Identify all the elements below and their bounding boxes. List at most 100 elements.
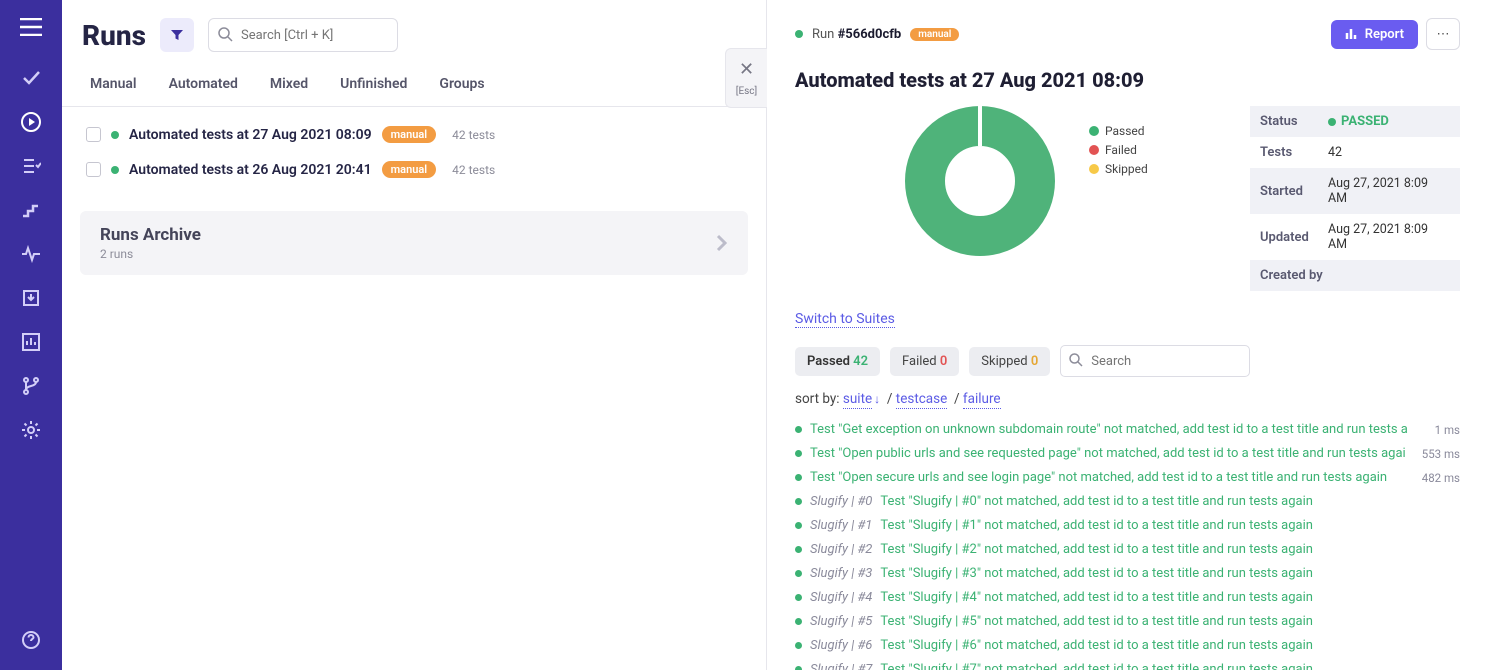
test-row[interactable]: Slugify | #7 Test "Slugify | #7" not matc… [795, 659, 1460, 670]
help-icon[interactable] [11, 620, 51, 660]
activity-icon[interactable] [11, 234, 51, 274]
test-name[interactable]: Test "Slugify | #5" not matched, add tes… [880, 614, 1460, 629]
test-name[interactable]: Test "Slugify | #4" not matched, add tes… [880, 590, 1460, 605]
test-row[interactable]: Slugify | #3Test "Slugify | #3" not matc… [795, 563, 1460, 584]
arrow-down-icon: ↓ [874, 392, 880, 406]
steps-icon[interactable] [11, 190, 51, 230]
status-dot [795, 570, 802, 577]
menu-icon[interactable] [20, 8, 42, 54]
test-row[interactable]: Slugify | #6Test "Slugify | #6" not matc… [795, 635, 1460, 656]
tab-automated[interactable]: Automated [169, 64, 238, 106]
runs-tabs: Manual Automated Mixed Unfinished Groups [62, 64, 766, 107]
test-row[interactable]: Slugify | #4 Test "Slugify | #4" not matc… [795, 587, 1460, 608]
donut-chart: 100.0% [905, 106, 1055, 256]
suite-prefix: Slugify | #1 [810, 518, 872, 533]
tab-groups[interactable]: Groups [439, 64, 484, 106]
bar-chart-icon[interactable] [11, 322, 51, 362]
play-icon[interactable] [11, 102, 51, 142]
test-name[interactable]: Test "Open public urls and see requested… [810, 446, 1414, 461]
archive-button[interactable]: Runs Archive 2 runs [80, 211, 748, 275]
run-item[interactable]: Automated tests at 27 Aug 2021 08:09 man… [80, 117, 748, 152]
sort-testcase[interactable]: testcase [896, 391, 948, 409]
legend-dot-failed [1089, 145, 1099, 155]
close-panel-button[interactable]: ✕ [Esc] [725, 48, 767, 108]
status-dot [795, 642, 802, 649]
runs-pane: Runs Manual Automated Mixed Unfinished G… [62, 0, 767, 670]
chip-failed[interactable]: Failed 0 [890, 347, 959, 376]
run-checkbox[interactable] [86, 127, 101, 142]
tests-label: Tests [1260, 145, 1328, 160]
test-row[interactable]: Slugify | #5 Test "Slugify | #5" not matc… [795, 611, 1460, 632]
status-value: PASSED [1328, 114, 1389, 129]
status-dot [795, 594, 802, 601]
test-row[interactable]: Test "Open secure urls and see login pag… [795, 467, 1460, 488]
status-dot [111, 166, 119, 174]
run-item[interactable]: Automated tests at 26 Aug 2021 20:41 man… [80, 152, 748, 187]
import-icon[interactable] [11, 278, 51, 318]
suite-prefix: Slugify | #7 [810, 662, 872, 670]
test-name[interactable]: Test "Slugify | #3" not matched, add tes… [880, 566, 1460, 581]
status-dot [795, 498, 802, 505]
archive-subtitle: 2 runs [100, 247, 201, 261]
report-button[interactable]: Report [1331, 20, 1418, 49]
run-id: Run #566d0cfb [812, 27, 901, 42]
run-count: 42 tests [452, 128, 495, 142]
list-check-icon[interactable] [11, 146, 51, 186]
test-name[interactable]: Test "Slugify | #7" not matched, add tes… [880, 662, 1460, 670]
branch-icon[interactable] [11, 366, 51, 406]
status-dot [795, 426, 802, 433]
test-row[interactable]: Slugify | #1 Test "Slugify | #1" not matc… [795, 515, 1460, 536]
chip-skipped[interactable]: Skipped 0 [969, 347, 1050, 376]
test-name[interactable]: Test "Open secure urls and see login pag… [810, 470, 1414, 485]
check-icon[interactable] [11, 58, 51, 98]
test-name[interactable]: Test "Slugify | #0" not matched, add tes… [880, 494, 1460, 509]
more-button[interactable]: ⋯ [1426, 18, 1460, 50]
switch-suites-link[interactable]: Switch to Suites [795, 311, 895, 328]
search-input[interactable] [208, 18, 398, 52]
test-search-input[interactable] [1060, 345, 1250, 377]
duration: 482 ms [1422, 471, 1460, 485]
chart-legend: Passed Failed Skipped [1089, 124, 1148, 181]
test-name[interactable]: Test "Slugify | #6" not matched, add tes… [880, 638, 1460, 653]
chip-passed[interactable]: Passed 42 [795, 347, 880, 376]
status-dot [795, 474, 802, 481]
gear-icon[interactable] [11, 410, 51, 450]
status-dot [795, 522, 802, 529]
started-label: Started [1260, 184, 1328, 199]
search-icon [1069, 353, 1083, 367]
suite-prefix: Slugify | #4 [810, 590, 872, 605]
sort-row: sort by: suite↓ / testcase / failure [795, 391, 1460, 407]
test-row[interactable]: Slugify | #2Test "Slugify | #2" not matc… [795, 539, 1460, 560]
test-name[interactable]: Test "Slugify | #1" not matched, add tes… [880, 518, 1460, 533]
tab-unfinished[interactable]: Unfinished [340, 64, 407, 106]
esc-label: [Esc] [726, 86, 767, 97]
test-row[interactable]: Test "Open public urls and see requested… [795, 443, 1460, 464]
test-row[interactable]: Test "Get exception on unknown subdomain… [795, 419, 1460, 440]
test-name[interactable]: Test "Get exception on unknown subdomain… [810, 422, 1427, 437]
tab-mixed[interactable]: Mixed [270, 64, 308, 106]
status-dot [795, 666, 802, 670]
tests-list: Test "Get exception on unknown subdomain… [795, 419, 1460, 670]
legend-failed: Failed [1105, 143, 1137, 157]
test-row[interactable]: Slugify | #0Test "Slugify | #0" not matc… [795, 491, 1460, 512]
status-dot [795, 546, 802, 553]
nav-rail [0, 0, 62, 670]
run-name: Automated tests at 27 Aug 2021 08:09 [129, 127, 372, 143]
manual-badge: manual [910, 28, 959, 41]
run-name: Automated tests at 26 Aug 2021 20:41 [129, 162, 372, 178]
bar-chart-icon [1345, 27, 1359, 41]
run-checkbox[interactable] [86, 162, 101, 177]
sort-suite[interactable]: suite [843, 391, 872, 409]
filter-button[interactable] [160, 18, 194, 52]
test-name[interactable]: Test "Slugify | #2" not matched, add tes… [880, 542, 1460, 557]
archive-title: Runs Archive [100, 225, 201, 245]
status-dot [795, 30, 803, 38]
sort-failure[interactable]: failure [963, 391, 1001, 409]
legend-passed: Passed [1105, 124, 1145, 138]
suite-prefix: Slugify | #5 [810, 614, 872, 629]
chevron-right-icon [714, 232, 728, 254]
detail-pane: Run #566d0cfb manual Report ⋯ Automated … [767, 0, 1488, 670]
run-count: 42 tests [452, 163, 495, 177]
status-dot [111, 131, 119, 139]
tab-manual[interactable]: Manual [90, 64, 137, 106]
